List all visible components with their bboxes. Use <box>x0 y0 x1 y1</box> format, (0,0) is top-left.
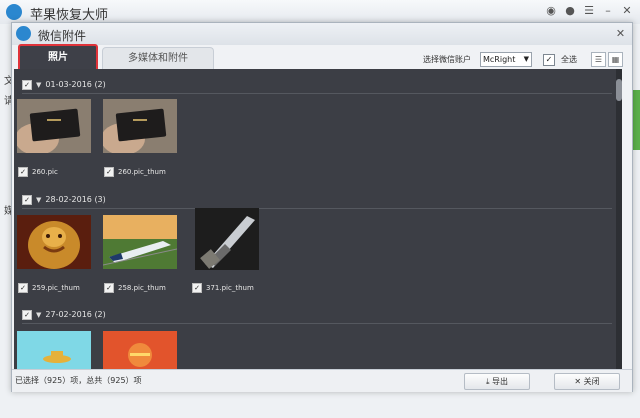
file-item[interactable]: ✓ 260.pic <box>18 167 58 177</box>
file-name: 259.pic_thum <box>32 284 80 292</box>
app-window-controls: ◉ ● ☰ – ✕ <box>544 4 634 18</box>
date-group-header[interactable]: ✓ ▼ 28-02-2016 (3) <box>22 194 106 206</box>
dialog-title: 微信附件 <box>38 29 87 43</box>
account-value: McRight <box>483 55 516 64</box>
close-small-icon: ✕ <box>574 377 584 386</box>
photo-thumbnail[interactable] <box>103 99 177 153</box>
close-label: 关闭 <box>583 377 600 386</box>
tab-photos[interactable]: 照片 <box>18 44 98 72</box>
photo-thumbnail[interactable] <box>103 215 177 269</box>
minimize-icon[interactable]: – <box>601 4 615 18</box>
chevron-down-icon: ▼ <box>523 55 529 63</box>
file-name: 371.pic_thum <box>206 284 254 292</box>
file-name: 258.pic_thum <box>118 284 166 292</box>
file-checkbox[interactable]: ✓ <box>104 167 114 177</box>
file-item[interactable]: ✓ 371.pic_thum <box>192 283 254 293</box>
selection-status: 已选择（925）项，总共（925）项 <box>15 376 142 385</box>
scrollbar-thumb[interactable] <box>616 79 622 101</box>
divider <box>22 323 612 324</box>
photo-thumbnail[interactable] <box>195 208 259 270</box>
file-checkbox[interactable]: ✓ <box>18 167 28 177</box>
list-view-icon[interactable]: ☰ <box>591 52 606 67</box>
group-count: (2) <box>94 310 106 319</box>
collapse-triangle-icon[interactable]: ▼ <box>36 194 41 206</box>
collapse-triangle-icon[interactable]: ▼ <box>36 309 41 321</box>
app-title: 苹果恢复大师 <box>30 8 109 23</box>
account-label: 选择微信账户 <box>423 55 471 64</box>
status-bar: 已选择（925）项，总共（925）项 ⤓ 导出 ✕ 关闭 <box>12 369 632 392</box>
app-logo-icon <box>6 4 22 20</box>
account-select[interactable]: McRight ▼ <box>480 52 532 67</box>
group-checkbox[interactable]: ✓ <box>22 79 32 90</box>
chat-icon[interactable]: ● <box>563 4 577 18</box>
photo-thumbnail[interactable] <box>17 99 91 153</box>
divider <box>22 208 612 209</box>
file-checkbox[interactable]: ✓ <box>192 283 202 293</box>
file-item[interactable]: ✓ 259.pic_thum <box>18 283 80 293</box>
date-group-header[interactable]: ✓ ▼ 27-02-2016 (2) <box>22 309 106 321</box>
group-date: 01-03-2016 <box>45 80 92 89</box>
photo-thumbnail[interactable] <box>17 331 91 369</box>
dialog-logo-icon <box>16 26 31 41</box>
date-group-header[interactable]: ✓ ▼ 01-03-2016 (2) <box>22 79 106 91</box>
group-count: (3) <box>94 195 106 204</box>
divider <box>22 93 612 94</box>
select-all-label: 全选 <box>561 55 577 64</box>
grid-view-icon[interactable]: ▦ <box>608 52 623 67</box>
photo-thumbnail[interactable] <box>103 331 177 369</box>
close-icon[interactable]: ✕ <box>620 4 634 18</box>
group-checkbox[interactable]: ✓ <box>22 309 32 320</box>
dialog-titlebar: 微信附件 ✕ <box>12 23 632 45</box>
collapse-triangle-icon[interactable]: ▼ <box>36 79 41 91</box>
file-item[interactable]: ✓ 258.pic_thum <box>104 283 166 293</box>
file-name: 260.pic_thum <box>118 168 166 176</box>
photo-thumbnail[interactable] <box>17 215 91 269</box>
group-date: 27-02-2016 <box>45 310 92 319</box>
export-label: 导出 <box>492 377 509 386</box>
file-checkbox[interactable]: ✓ <box>104 283 114 293</box>
tab-bar: 照片 多媒体和附件 <box>12 44 632 72</box>
photo-grid-panel: ✓ ▼ 01-03-2016 (2) ✓ 260.pic ✓ 260.pic_thum <box>14 69 622 369</box>
scrollbar[interactable] <box>616 69 622 369</box>
tab-media-attachments[interactable]: 多媒体和附件 <box>102 47 214 70</box>
wechat-attachments-dialog: 微信附件 ✕ 照片 多媒体和附件 选择微信账户 McRight ▼ ✓ 全选 ☰… <box>11 22 633 392</box>
close-icon[interactable]: ✕ <box>613 26 628 41</box>
group-checkbox[interactable]: ✓ <box>22 194 32 205</box>
menu-icon[interactable]: ☰ <box>582 4 596 18</box>
group-date: 28-02-2016 <box>45 195 92 204</box>
group-count: (2) <box>94 80 106 89</box>
close-button[interactable]: ✕ 关闭 <box>554 373 620 390</box>
file-item[interactable]: ✓ 260.pic_thum <box>104 167 166 177</box>
weibo-icon[interactable]: ◉ <box>544 4 558 18</box>
export-button[interactable]: ⤓ 导出 <box>464 373 530 390</box>
file-name: 260.pic <box>32 168 58 176</box>
select-all-checkbox[interactable]: ✓ <box>543 54 555 66</box>
file-checkbox[interactable]: ✓ <box>18 283 28 293</box>
